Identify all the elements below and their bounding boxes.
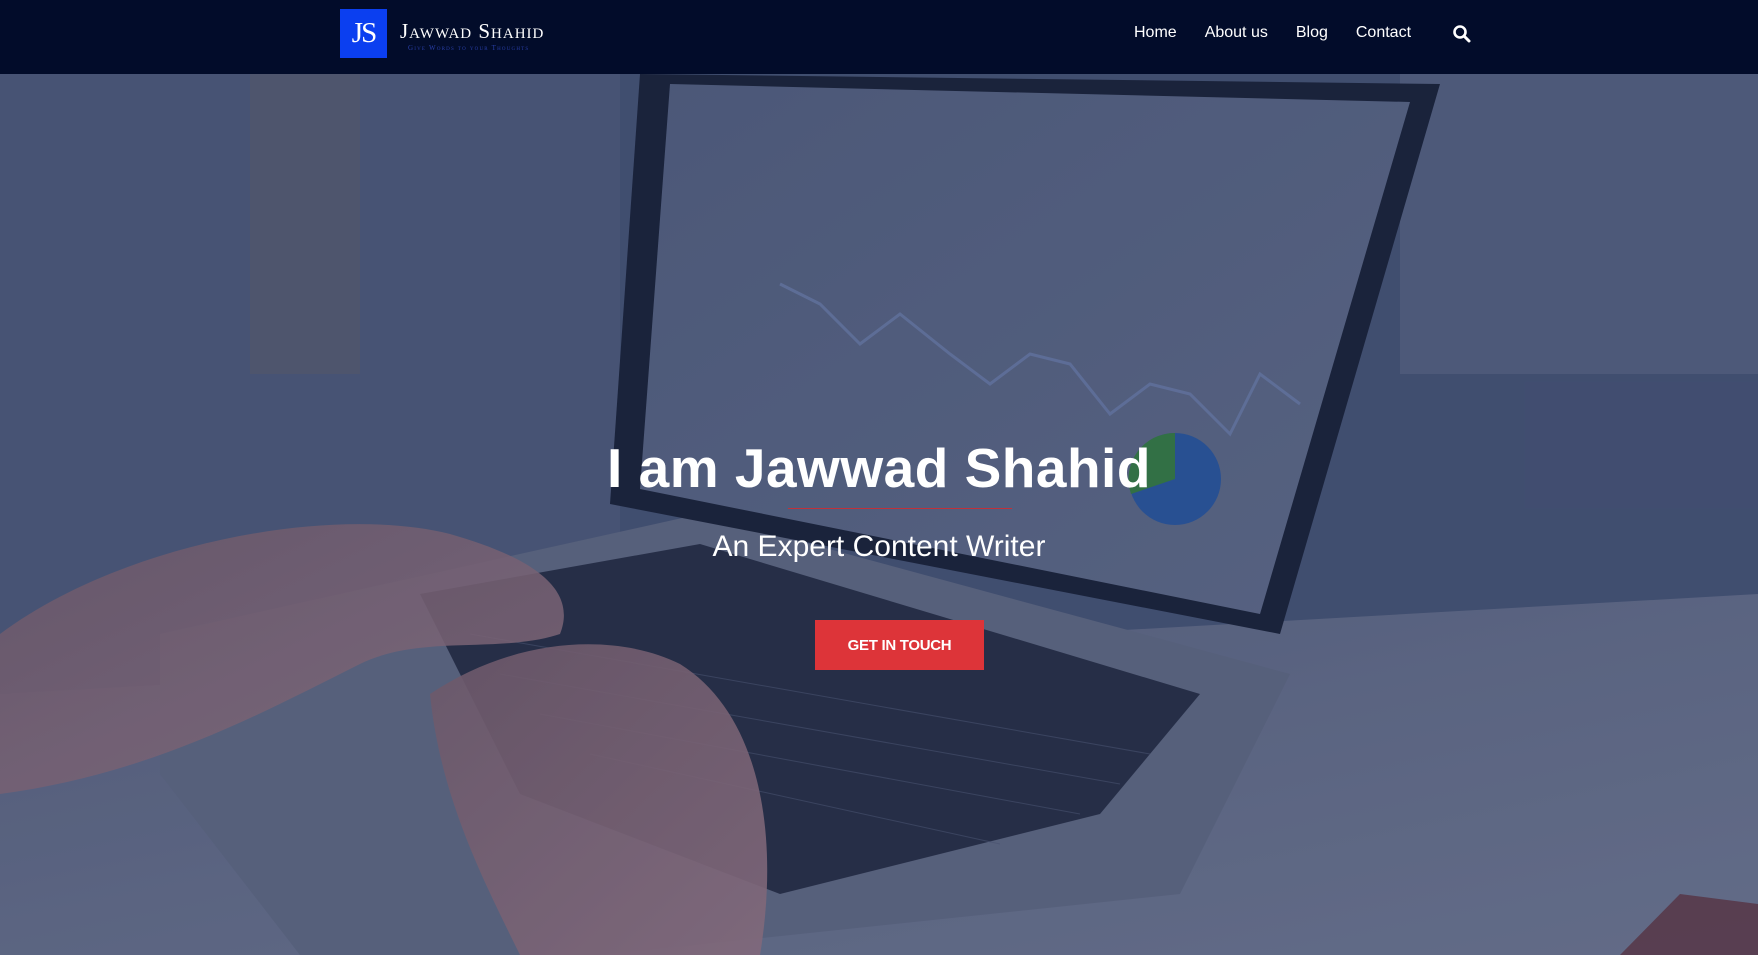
hero-section: I am Jawwad Shahid An Expert Content Wri… xyxy=(0,74,1758,955)
brand-tagline: Give Words to your Thoughts xyxy=(408,43,530,52)
brand-name: Jawwad Shahid xyxy=(400,18,545,43)
nav-contact[interactable]: Contact xyxy=(1356,23,1411,43)
hero-subtitle: An Expert Content Writer xyxy=(712,530,1046,563)
get-in-touch-button[interactable]: GET IN TOUCH xyxy=(815,620,984,670)
nav-about-us[interactable]: About us xyxy=(1205,23,1268,43)
hero-divider xyxy=(788,508,1012,509)
nav-home[interactable]: Home xyxy=(1134,23,1177,43)
hero-content: I am Jawwad Shahid An Expert Content Wri… xyxy=(0,74,1758,955)
logo-badge: JS xyxy=(340,9,387,58)
search-icon xyxy=(1453,25,1471,43)
site-header: JS Jawwad Shahid Give Words to your Thou… xyxy=(0,0,1758,74)
nav-blog[interactable]: Blog xyxy=(1296,23,1328,43)
search-button[interactable] xyxy=(1452,24,1472,44)
logo-text: Jawwad Shahid Give Words to your Thought… xyxy=(400,20,544,52)
main-nav: Home About us Blog Contact xyxy=(1134,23,1439,43)
site-logo[interactable]: JS Jawwad Shahid Give Words to your Thou… xyxy=(340,9,544,58)
hero-title: I am Jawwad Shahid xyxy=(607,437,1151,499)
